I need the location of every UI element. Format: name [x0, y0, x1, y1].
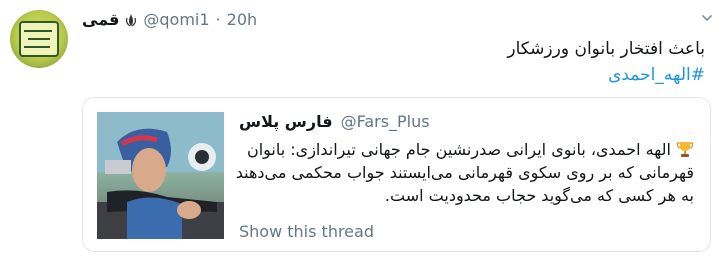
quoted-tweet-photo[interactable]	[97, 112, 224, 239]
iran-emblem-icon	[125, 12, 137, 27]
handle[interactable]: @qomi1	[143, 10, 209, 29]
quoted-tweet[interactable]: فارس پلاس @Fars_Plus الهه احمدی، بانوی ا…	[82, 97, 711, 252]
tweet-text: باعث افتخار بانوان ورزشکار #الهه_احمدی	[105, 36, 705, 88]
quoted-display-name[interactable]: فارس پلاس	[239, 112, 333, 131]
separator: ·	[215, 9, 221, 29]
display-name[interactable]: قمی	[82, 10, 119, 29]
avatar-logo-stroke	[24, 46, 50, 48]
hashtag-link[interactable]: #الهه_احمدی	[105, 62, 705, 88]
quoted-tweet-text: الهه احمدی، بانوی ایرانی صدرنشین جام جها…	[234, 138, 694, 207]
chevron-down-icon[interactable]	[701, 12, 713, 24]
quoted-tweet-body: الهه احمدی، بانوی ایرانی صدرنشین جام جها…	[235, 140, 694, 205]
timestamp[interactable]: 20h	[227, 10, 258, 29]
avatar[interactable]	[10, 10, 68, 68]
tweet-text-line: باعث افتخار بانوان ورزشکار	[507, 39, 705, 59]
trophy-icon	[676, 142, 694, 157]
avatar-logo-stroke	[24, 30, 52, 32]
tweet: قمی @qomi1 · 20h باعث افتخار بانوان ورزش…	[0, 0, 723, 269]
avatar-logo-stroke	[28, 38, 50, 40]
quoted-handle[interactable]: @Fars_Plus	[341, 112, 430, 131]
quoted-tweet-header: فارس پلاس @Fars_Plus	[239, 112, 430, 131]
show-thread-link[interactable]: Show this thread	[239, 222, 374, 241]
tweet-header: قمی @qomi1 · 20h	[82, 8, 257, 30]
